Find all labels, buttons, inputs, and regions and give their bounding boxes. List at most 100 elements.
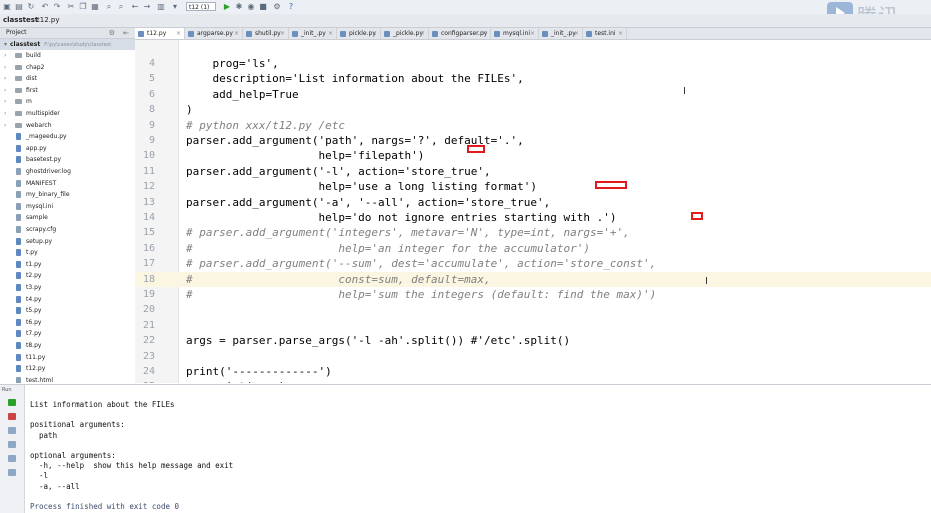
sync-icon[interactable]: ↻ xyxy=(26,2,36,12)
editor-tab[interactable]: _init_.py × xyxy=(539,28,583,39)
print-icon[interactable] xyxy=(8,455,16,462)
close-tab-icon[interactable]: × xyxy=(420,28,425,39)
editor-tab[interactable]: test.ini × xyxy=(583,28,627,39)
settings-icon[interactable]: ⚙ xyxy=(272,2,282,12)
tree-file[interactable]: t12.py xyxy=(0,363,135,374)
tree-file[interactable]: t8.py xyxy=(0,340,135,351)
replace-icon[interactable]: ⌕ xyxy=(116,2,126,12)
code-line[interactable]: 11 parser.add_argument('-l', action='stor… xyxy=(135,164,931,179)
open-folder-icon[interactable]: ▣ xyxy=(2,2,12,12)
forward-icon[interactable]: → xyxy=(142,2,152,12)
editor-tab[interactable]: pickle.py × xyxy=(337,28,381,39)
expand-arrow-icon[interactable]: › xyxy=(4,73,6,84)
code-line[interactable]: 13 parser.add_argument('-a', '--all', act… xyxy=(135,195,931,210)
editor-tab[interactable]: _pickle.py × xyxy=(381,28,429,39)
code-line[interactable]: 6 add_help=True xyxy=(135,87,931,102)
tree-file[interactable]: my_binary_file xyxy=(0,189,135,200)
tree-folder[interactable]: › webarch xyxy=(0,120,135,131)
editor-tab[interactable]: shutil.py × xyxy=(243,28,289,39)
tree-folder[interactable]: › dist xyxy=(0,73,135,84)
editor-tab[interactable]: t12.py × xyxy=(135,28,185,39)
close-tab-icon[interactable]: × xyxy=(176,28,181,39)
code-line[interactable]: 10 help='filepath') xyxy=(135,148,931,163)
debug-icon[interactable]: ✱ xyxy=(234,2,244,12)
run-icon[interactable]: ▶ xyxy=(222,2,232,12)
tree-file[interactable]: setup.py xyxy=(0,236,135,247)
close-tab-icon[interactable]: × xyxy=(372,28,377,39)
code-line[interactable]: 21 xyxy=(135,318,931,333)
close-tab-icon[interactable]: × xyxy=(530,28,535,39)
stop-icon[interactable]: ■ xyxy=(258,2,268,12)
tree-file[interactable]: ghostdriver.log xyxy=(0,166,135,177)
tree-file[interactable]: t.py xyxy=(0,247,135,258)
undo-icon[interactable]: ↶ xyxy=(40,2,50,12)
code-line[interactable]: 8) xyxy=(135,102,931,117)
tree-file[interactable]: scrapy.cfg xyxy=(0,224,135,235)
code-line[interactable]: 16 # help='an integer for the accumulator… xyxy=(135,241,931,256)
tree-file[interactable]: _mageedu.py xyxy=(0,131,135,142)
tree-folder[interactable]: › chap2 xyxy=(0,62,135,73)
code-line[interactable]: 9 parser.add_argument('path', nargs='?', … xyxy=(135,133,931,148)
tree-file[interactable]: t6.py xyxy=(0,317,135,328)
help-icon[interactable]: ? xyxy=(286,2,296,12)
paste-icon[interactable]: ▦ xyxy=(90,2,100,12)
code-line[interactable]: 22 args = parser.parse_args('-l -ah'.spli… xyxy=(135,333,931,348)
code-line[interactable]: 18 # const=sum, default=max, xyxy=(135,271,931,287)
run-config-select[interactable]: t12 (1) xyxy=(186,2,216,11)
stop-run-icon[interactable] xyxy=(8,413,16,420)
tree-file[interactable]: t2.py xyxy=(0,270,135,281)
tree-folder[interactable]: › m xyxy=(0,96,135,107)
tree-root[interactable]: ▾ classtest F:\py\cases\study\classtest xyxy=(0,39,135,50)
editor-tab[interactable]: configparser.py × xyxy=(429,28,491,39)
code-line[interactable]: 9 # python xxx/t12.py /etc xyxy=(135,118,931,133)
tree-file[interactable]: MANIFEST xyxy=(0,178,135,189)
close-tab-icon[interactable]: × xyxy=(280,28,285,39)
close-tab-icon[interactable]: × xyxy=(618,28,623,39)
code-line[interactable]: 5 description='List information about th… xyxy=(135,71,931,86)
tree-file[interactable]: app.py xyxy=(0,143,135,154)
tree-folder[interactable]: › build xyxy=(0,50,135,61)
code-line[interactable]: 15 # parser.add_argument('integers', meta… xyxy=(135,225,931,240)
tree-file[interactable]: t4.py xyxy=(0,294,135,305)
tree-file[interactable]: sample xyxy=(0,212,135,223)
code-line[interactable]: 12 help='use a long listing format') xyxy=(135,179,931,194)
cut-icon[interactable]: ✂ xyxy=(66,2,76,12)
project-settings-icon[interactable]: ⚙ xyxy=(109,28,115,38)
code-editor[interactable]: 4 prog='ls', 5 description='List informat… xyxy=(135,40,931,383)
expand-arrow-icon[interactable]: › xyxy=(4,50,6,61)
run-config-icon[interactable]: ▾ xyxy=(170,2,180,12)
expand-arrow-icon[interactable]: ▾ xyxy=(4,39,7,50)
code-line[interactable]: 17 # parser.add_argument('--sum', dest='a… xyxy=(135,256,931,271)
close-tab-icon[interactable]: × xyxy=(328,28,333,39)
tree-file[interactable]: basetest.py xyxy=(0,154,135,165)
code-line[interactable]: 24 print('-------------') xyxy=(135,364,931,379)
code-line[interactable]: 23 xyxy=(135,349,931,364)
project-panel-title[interactable]: Project xyxy=(6,28,27,38)
build-icon[interactable]: ▥ xyxy=(156,2,166,12)
tree-file[interactable]: t7.py xyxy=(0,328,135,339)
code-line[interactable]: 20 xyxy=(135,302,931,317)
code-line[interactable]: 14 help='do not ignore entries starting … xyxy=(135,210,931,225)
breadcrumb-file[interactable]: t12.py xyxy=(34,15,62,26)
rerun-icon[interactable] xyxy=(8,399,16,406)
editor-tab[interactable]: _init_.py × xyxy=(289,28,337,39)
tree-file[interactable]: test.html xyxy=(0,375,135,383)
find-icon[interactable]: ⌕ xyxy=(104,2,114,12)
redo-icon[interactable]: ↷ xyxy=(52,2,62,12)
pin-tab-icon[interactable] xyxy=(8,441,16,448)
code-line[interactable]: 19 # help='sum the integers (default: fin… xyxy=(135,287,931,302)
close-tab-icon[interactable]: × xyxy=(234,28,239,39)
expand-arrow-icon[interactable]: › xyxy=(4,108,6,119)
expand-arrow-icon[interactable]: › xyxy=(4,120,6,131)
editor-tab[interactable]: mysql.ini × xyxy=(491,28,539,39)
close-tab-icon[interactable]: × xyxy=(574,28,579,39)
expand-arrow-icon[interactable]: › xyxy=(4,96,6,107)
tree-file[interactable]: mysql.ini xyxy=(0,201,135,212)
trash-icon[interactable] xyxy=(8,469,16,476)
close-tab-icon[interactable]: × xyxy=(482,28,487,39)
expand-arrow-icon[interactable]: › xyxy=(4,62,6,73)
tree-folder[interactable]: › multispider xyxy=(0,108,135,119)
save-icon[interactable]: ▤ xyxy=(14,2,24,12)
back-icon[interactable]: ← xyxy=(130,2,140,12)
tree-folder[interactable]: › first xyxy=(0,85,135,96)
